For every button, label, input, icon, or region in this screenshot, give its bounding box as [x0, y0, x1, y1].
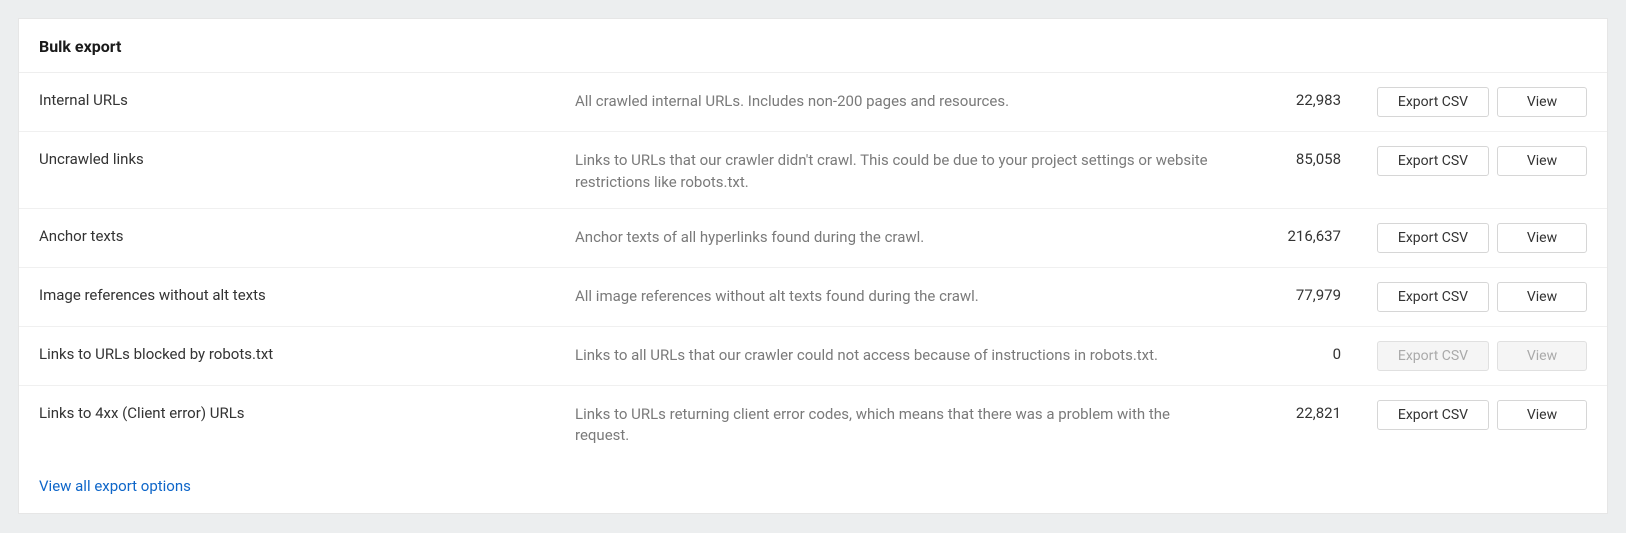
- panel-title: Bulk export: [39, 37, 1587, 56]
- export-row: Links to 4xx (Client error) URLs Links to…: [19, 386, 1607, 462]
- view-button[interactable]: View: [1497, 400, 1587, 430]
- export-rows: Internal URLs All crawled internal URLs. …: [19, 73, 1607, 461]
- export-row: Links to URLs blocked by robots.txt Links…: [19, 327, 1607, 386]
- row-name: Internal URLs: [39, 87, 559, 109]
- row-actions: Export CSV View: [1357, 146, 1587, 176]
- row-count: 22,821: [1251, 400, 1341, 422]
- row-actions: Export CSV View: [1357, 223, 1587, 253]
- export-row: Uncrawled links Links to URLs that our cr…: [19, 132, 1607, 209]
- row-actions: Export CSV View: [1357, 400, 1587, 430]
- row-name: Image references without alt texts: [39, 282, 559, 304]
- view-button[interactable]: View: [1497, 146, 1587, 176]
- export-csv-button[interactable]: Export CSV: [1377, 282, 1489, 312]
- row-count: 22,983: [1251, 87, 1341, 109]
- view-button[interactable]: View: [1497, 87, 1587, 117]
- export-row: Internal URLs All crawled internal URLs. …: [19, 73, 1607, 132]
- row-desc: All crawled internal URLs. Includes non-…: [575, 87, 1235, 113]
- row-name: Links to 4xx (Client error) URLs: [39, 400, 559, 422]
- row-desc: Links to URLs returning client error cod…: [575, 400, 1235, 448]
- export-csv-button[interactable]: Export CSV: [1377, 146, 1489, 176]
- export-csv-button[interactable]: Export CSV: [1377, 223, 1489, 253]
- row-actions: Export CSV View: [1357, 87, 1587, 117]
- row-desc: Links to URLs that our crawler didn't cr…: [575, 146, 1235, 194]
- export-row: Anchor texts Anchor texts of all hyperlin…: [19, 209, 1607, 268]
- row-count: 216,637: [1251, 223, 1341, 245]
- export-row: Image references without alt texts All im…: [19, 268, 1607, 327]
- row-count: 77,979: [1251, 282, 1341, 304]
- row-desc: All image references without alt texts f…: [575, 282, 1235, 308]
- panel-footer: View all export options: [19, 461, 1607, 513]
- export-csv-button[interactable]: Export CSV: [1377, 87, 1489, 117]
- row-count: 0: [1251, 341, 1341, 363]
- row-desc: Links to all URLs that our crawler could…: [575, 341, 1235, 367]
- view-button[interactable]: View: [1497, 223, 1587, 253]
- row-count: 85,058: [1251, 146, 1341, 168]
- row-name: Uncrawled links: [39, 146, 559, 168]
- row-name: Links to URLs blocked by robots.txt: [39, 341, 559, 363]
- row-desc: Anchor texts of all hyperlinks found dur…: [575, 223, 1235, 249]
- panel-header: Bulk export: [19, 19, 1607, 73]
- bulk-export-panel: Bulk export Internal URLs All crawled int…: [18, 18, 1608, 514]
- view-button[interactable]: View: [1497, 282, 1587, 312]
- export-csv-button[interactable]: Export CSV: [1377, 400, 1489, 430]
- row-name: Anchor texts: [39, 223, 559, 245]
- export-csv-button: Export CSV: [1377, 341, 1489, 371]
- view-all-export-options-link[interactable]: View all export options: [39, 477, 191, 495]
- view-button: View: [1497, 341, 1587, 371]
- row-actions: Export CSV View: [1357, 282, 1587, 312]
- row-actions: Export CSV View: [1357, 341, 1587, 371]
